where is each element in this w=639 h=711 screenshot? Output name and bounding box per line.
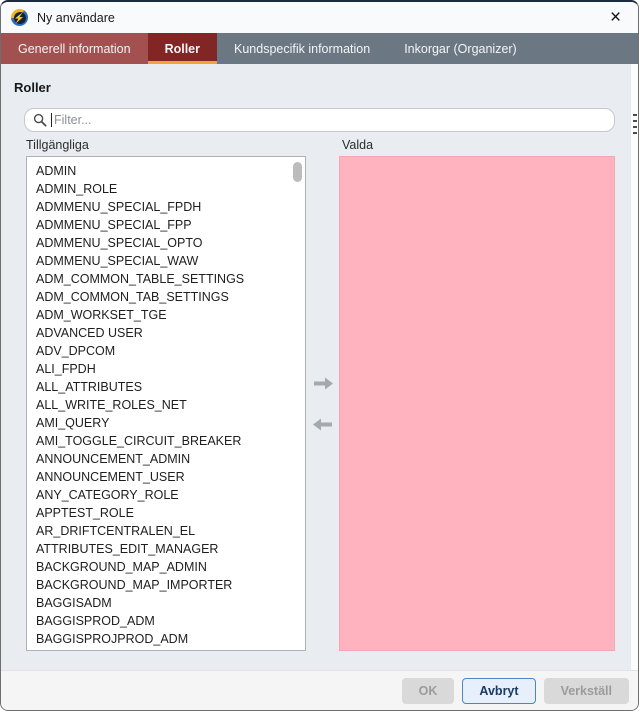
tab-inkorgar-organizer[interactable]: Inkorgar (Organizer) <box>387 33 534 64</box>
list-item[interactable]: APPTEST_ROLE <box>27 504 305 522</box>
tab-roller[interactable]: Roller <box>148 33 217 64</box>
search-icon <box>33 113 47 127</box>
list-item[interactable]: ANNOUNCEMENT_USER <box>27 468 305 486</box>
list-item[interactable]: ALI_FPDH <box>27 360 305 378</box>
right-edge-strip <box>630 64 638 670</box>
filter-input[interactable] <box>54 113 606 127</box>
list-item[interactable]: ADMMENU_SPECIAL_FPP <box>27 216 305 234</box>
roller-tab-content: Roller Tillgängliga Valda ADMINADMIN_ROL… <box>1 64 638 670</box>
list-item[interactable]: ADMIN_ROLE <box>27 180 305 198</box>
add-role-button[interactable] <box>311 376 335 391</box>
list-item[interactable]: ATTRIBUTES_EDIT_MANAGER <box>27 540 305 558</box>
list-item[interactable]: ADMMENU_SPECIAL_OPTO <box>27 234 305 252</box>
list-item[interactable]: ADMMENU_SPECIAL_WAW <box>27 252 305 270</box>
list-item[interactable]: ADV_DPCOM <box>27 342 305 360</box>
tab-generell-information[interactable]: Generell information <box>1 33 148 64</box>
list-item[interactable]: AMI_TOGGLE_CIRCUIT_BREAKER <box>27 432 305 450</box>
list-item[interactable]: ANNOUNCEMENT_ADMIN <box>27 450 305 468</box>
new-user-dialog: ⚡ Ny användare × Generell information Ro… <box>0 0 639 711</box>
grip-dots-icon <box>633 114 637 138</box>
list-item[interactable]: BAGGISADM <box>27 594 305 612</box>
selected-roles-list[interactable] <box>339 156 615 651</box>
list-item[interactable]: AMI_QUERY <box>27 414 305 432</box>
apply-button[interactable]: Verkställ <box>544 678 629 704</box>
list-item[interactable]: BAGGISPROJPROD_ADM <box>27 630 305 648</box>
list-item[interactable]: ALL_ATTRIBUTES <box>27 378 305 396</box>
selected-list-label: Valda <box>342 138 373 152</box>
list-item[interactable]: ADMIN <box>27 162 305 180</box>
tab-kundspecifik-information[interactable]: Kundspecifik information <box>217 33 387 64</box>
filter-field[interactable] <box>24 108 615 132</box>
close-icon[interactable]: × <box>593 2 638 33</box>
ok-button[interactable]: OK <box>402 678 455 704</box>
app-logo-icon: ⚡ <box>11 9 28 26</box>
available-roles-list[interactable]: ADMINADMIN_ROLEADMMENU_SPECIAL_FPDHADMME… <box>26 156 306 651</box>
tab-bar: Generell information Roller Kundspecifik… <box>1 33 638 64</box>
available-list-label: Tillgängliga <box>26 138 89 152</box>
window-title: Ny användare <box>37 11 115 25</box>
list-item[interactable]: ADM_COMMON_TABLE_SETTINGS <box>27 270 305 288</box>
list-item[interactable]: ADMMENU_SPECIAL_FPDH <box>27 198 305 216</box>
list-item[interactable]: ADM_COMMON_TAB_SETTINGS <box>27 288 305 306</box>
arrow-left-icon <box>312 418 334 431</box>
arrow-right-icon <box>312 377 334 390</box>
text-caret <box>51 113 52 127</box>
section-heading: Roller <box>14 80 51 95</box>
list-item[interactable]: BACKGROUND_MAP_IMPORTER <box>27 576 305 594</box>
scrollbar-thumb[interactable] <box>293 162 302 182</box>
remove-role-button[interactable] <box>311 417 335 432</box>
list-item[interactable]: BAGGISPROD <box>27 648 305 651</box>
button-bar: OK Avbryt Verkställ <box>1 670 638 710</box>
title-bar: ⚡ Ny användare × <box>1 2 638 33</box>
list-item[interactable]: ALL_WRITE_ROLES_NET <box>27 396 305 414</box>
list-item[interactable]: BAGGISPROD_ADM <box>27 612 305 630</box>
list-item[interactable]: AR_DRIFTCENTRALEN_EL <box>27 522 305 540</box>
list-item[interactable]: ADM_WORKSET_TGE <box>27 306 305 324</box>
list-item[interactable]: BACKGROUND_MAP_ADMIN <box>27 558 305 576</box>
list-item[interactable]: ANY_CATEGORY_ROLE <box>27 486 305 504</box>
cancel-button[interactable]: Avbryt <box>462 678 535 704</box>
transfer-controls <box>306 156 339 651</box>
list-item[interactable]: ADVANCED USER <box>27 324 305 342</box>
